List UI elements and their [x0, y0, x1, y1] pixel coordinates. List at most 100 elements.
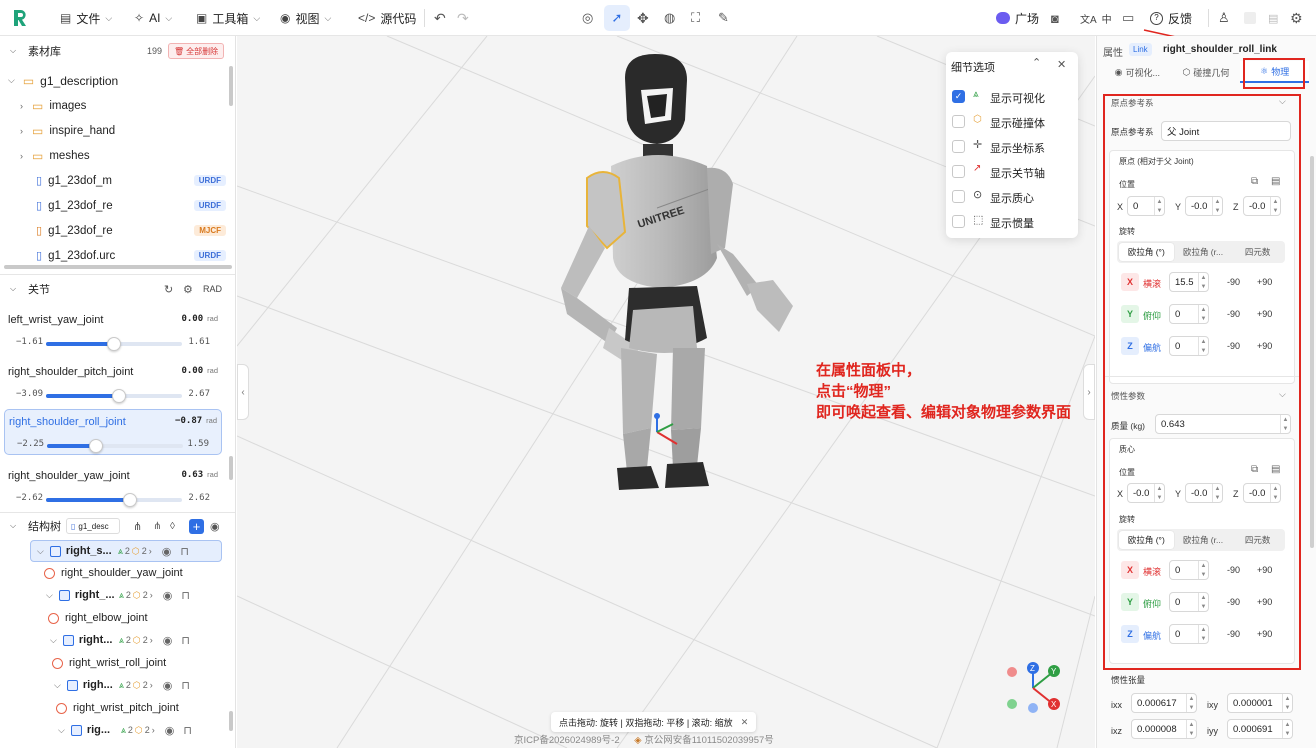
plaza-link[interactable]: 广场	[996, 0, 1039, 36]
mass-input[interactable]: 0.643 ▲ ▼	[1155, 414, 1291, 434]
paste-icon[interactable]: ▤	[1271, 464, 1280, 475]
app-logo[interactable]	[12, 0, 28, 36]
checkbox[interactable]	[952, 140, 965, 153]
shield-icon[interactable]: ◊	[170, 521, 175, 532]
select-tool-icon[interactable]: ➚	[604, 5, 630, 31]
eye-icon[interactable]: ◉	[162, 545, 172, 558]
tree-link-row[interactable]: ⌵ rig... ⩓ 2 ⬡ 2 › ◉ ⊓	[56, 719, 224, 741]
orbit-icon[interactable]: ◎	[582, 0, 593, 36]
menu-source[interactable]: </> 源代码	[358, 0, 416, 36]
stepper[interactable]: ▲ ▼	[1198, 561, 1208, 579]
unit-toggle[interactable]: RAD	[203, 284, 222, 294]
stepper[interactable]: ▲ ▼	[1198, 625, 1208, 643]
menu-toolbox[interactable]: ▣ 工具箱 ⌵	[196, 0, 260, 36]
move-icon[interactable]: ✥	[637, 0, 649, 36]
redo-icon[interactable]: ↷	[457, 0, 469, 36]
file-item[interactable]: ▯ g1_23dof_m URDF	[36, 168, 226, 193]
stepper[interactable]: ▲ ▼	[1186, 720, 1196, 738]
tab-euler-deg[interactable]: 欧拉角 (°)	[1119, 243, 1174, 261]
eye-icon[interactable]: ◉	[163, 634, 173, 647]
checkbox[interactable]: ✓	[952, 90, 965, 103]
com-roll-input[interactable]: 0 ▲ ▼	[1169, 560, 1209, 580]
tree-link-row[interactable]: ⌵ right_... ⩓ 2 ⬡ 2 › ◉ ⊓	[44, 584, 224, 606]
scrollbar[interactable]	[229, 66, 233, 106]
position-y-input[interactable]: -0.0 ▲ ▼	[1185, 196, 1223, 216]
stepper[interactable]: ▲ ▼	[1198, 273, 1208, 291]
ixx-input[interactable]: 0.000617 ▲ ▼	[1131, 693, 1197, 713]
folder-root[interactable]: ⌵ ▭ g1_description	[8, 68, 118, 93]
checkbox[interactable]	[952, 115, 965, 128]
stepper[interactable]: ▲ ▼	[1154, 484, 1164, 502]
stepper[interactable]: ▲ ▼	[1186, 694, 1196, 712]
eye-icon[interactable]: ◉	[163, 589, 173, 602]
tab-visual[interactable]: ◉ 可视化...	[1103, 61, 1172, 83]
com-pitch-input[interactable]: 0 ▲ ▼	[1169, 592, 1209, 612]
language-switch[interactable]: 文A 中	[1080, 0, 1112, 36]
joint-slider[interactable]	[46, 337, 182, 351]
slider-handle[interactable]	[123, 493, 138, 507]
checkbox[interactable]	[952, 215, 965, 228]
settings-icon[interactable]: ⚙	[183, 283, 193, 296]
file-chip[interactable]: ▯ g1_desc	[66, 518, 120, 534]
tab-quaternion[interactable]: 四元数	[1230, 241, 1285, 263]
option-show-frames[interactable]: ✛ 显示坐标系	[946, 134, 1078, 159]
tab-quaternion[interactable]: 四元数	[1230, 529, 1285, 551]
slider-handle[interactable]	[88, 439, 103, 453]
folder-item[interactable]: › ▭ meshes	[20, 143, 90, 168]
joint-slider[interactable]	[46, 493, 182, 507]
close-icon[interactable]: ✕	[741, 717, 749, 728]
copy-icon[interactable]: ⧉	[1251, 176, 1258, 187]
lock-icon[interactable]: ⊓	[183, 724, 192, 737]
monitor-icon[interactable]: ▭	[1122, 0, 1134, 36]
stepper[interactable]: ▲ ▼	[1154, 197, 1164, 215]
com-y-input[interactable]: -0.0 ▲ ▼	[1185, 483, 1223, 503]
stepper[interactable]: ▲ ▼	[1282, 720, 1292, 738]
position-z-input[interactable]: -0.0 ▲ ▼	[1243, 196, 1281, 216]
menu-view[interactable]: ◉ 视图 ⌵	[280, 0, 331, 36]
lock-icon[interactable]: ⊓	[181, 634, 190, 647]
measure-icon[interactable]: ✎	[718, 0, 729, 36]
copy-icon[interactable]: ⧉	[1251, 464, 1258, 475]
yaw-input[interactable]: 0 ▲ ▼	[1169, 336, 1209, 356]
undo-icon[interactable]: ↶	[434, 0, 446, 36]
scrollbar[interactable]	[4, 265, 232, 269]
chevron-down-icon[interactable]: ⌵	[1279, 96, 1286, 107]
iyy-input[interactable]: 0.000691 ▲ ▼	[1227, 719, 1293, 739]
chevron-down-icon[interactable]: ⌵	[10, 46, 16, 56]
tab-euler-rad[interactable]: 欧拉角 (r...	[1176, 529, 1231, 551]
option-show-joint-axes[interactable]: ↗ 显示关节轴	[946, 159, 1078, 184]
eye-icon[interactable]: ◉	[165, 724, 175, 737]
ixz-input[interactable]: 0.000008 ▲ ▼	[1131, 719, 1197, 739]
slider-handle[interactable]	[111, 389, 126, 403]
robot-model[interactable]: UNITREE	[547, 48, 847, 508]
tab-euler-deg[interactable]: 欧拉角 (°)	[1119, 531, 1174, 549]
scrollbar[interactable]	[1310, 156, 1314, 548]
menu-file[interactable]: ▤ 文件 ⌵	[60, 0, 112, 36]
option-show-com[interactable]: ⊙ 显示质心	[946, 184, 1078, 209]
tree-link-row[interactable]: ⌵ righ... ⩓ 2 ⬡ 2 › ◉ ⊓	[52, 674, 224, 696]
position-x-input[interactable]: 0 ▲ ▼	[1127, 196, 1165, 216]
chevron-down-icon[interactable]: ⌵	[1279, 389, 1286, 400]
stepper[interactable]: ▲ ▼	[1212, 197, 1222, 215]
lock-icon[interactable]: ⊓	[181, 679, 190, 692]
camera-icon[interactable]: ◙	[1051, 0, 1059, 36]
tree-link-row[interactable]: ⌵ right... ⩓ 2 ⬡ 2 › ◉ ⊓	[48, 629, 224, 651]
tree-joint-row[interactable]: right_wrist_roll_joint	[52, 652, 166, 674]
add-button[interactable]: +	[189, 518, 204, 534]
stepper[interactable]: ▲ ▼	[1280, 415, 1290, 433]
tab-euler-rad[interactable]: 欧拉角 (r...	[1176, 241, 1231, 263]
file-item[interactable]: ▯ g1_23dof_re URDF	[36, 193, 226, 218]
origin-frame-select[interactable]: 父 Joint	[1161, 121, 1291, 141]
icp-footer[interactable]: 京ICP备2026024989号-2 ◈ 京公网安备11011502039957…	[514, 732, 774, 746]
chevron-up-icon[interactable]: ⌃	[1032, 56, 1041, 69]
folder-item[interactable]: › ▭ images	[20, 93, 86, 118]
stepper[interactable]: ▲ ▼	[1270, 197, 1280, 215]
tree-joint-row[interactable]: right_wrist_pitch_joint	[56, 697, 179, 719]
slider-handle[interactable]	[107, 337, 121, 351]
roll-input[interactable]: 15.5 ▲ ▼	[1169, 272, 1209, 292]
stepper[interactable]: ▲ ▼	[1282, 694, 1292, 712]
tree-joint-row[interactable]: right_shoulder_yaw_joint	[44, 562, 183, 584]
paste-icon[interactable]: ▤	[1271, 176, 1280, 187]
stepper[interactable]: ▲ ▼	[1212, 484, 1222, 502]
scrollbar[interactable]	[229, 711, 233, 731]
